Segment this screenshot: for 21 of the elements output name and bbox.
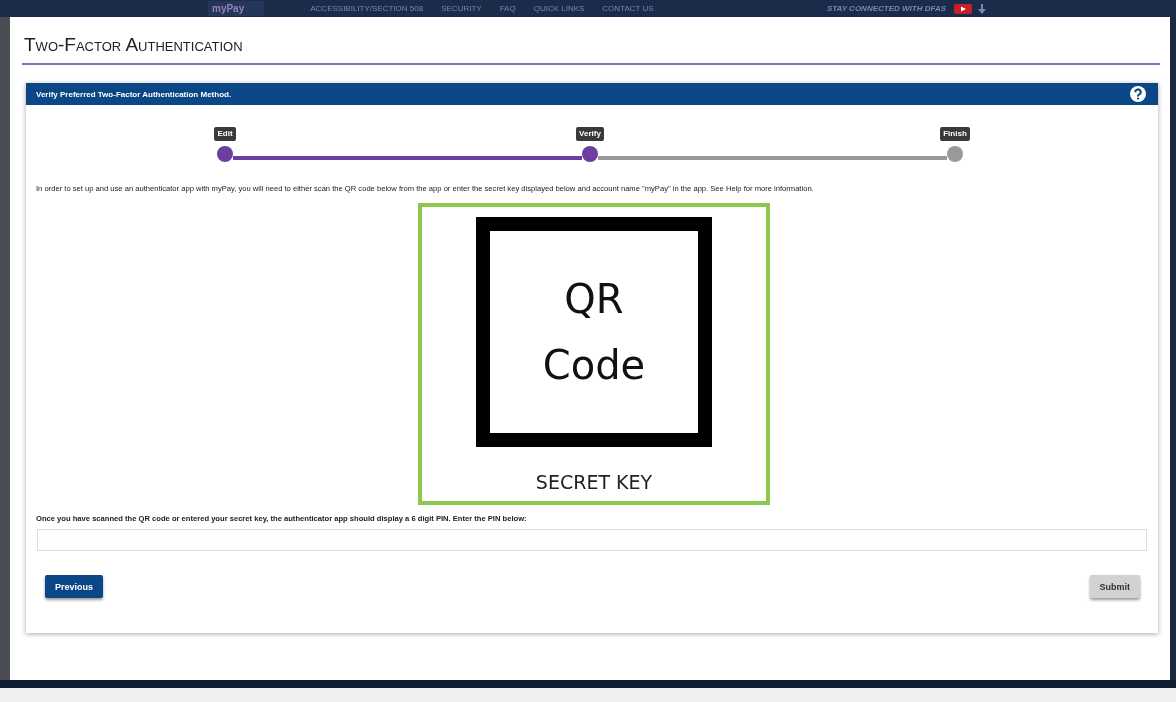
step-label: Finish	[940, 127, 970, 141]
step-label: Edit	[214, 127, 236, 141]
secret-key: SECRET KEY	[535, 471, 653, 493]
help-icon[interactable]	[1130, 86, 1146, 102]
nav-link[interactable]: SECURITY	[441, 4, 482, 13]
submit-button[interactable]: Submit	[1089, 575, 1140, 598]
nav-link[interactable]: FAQ	[499, 4, 516, 13]
qr-placeholder-text: Code	[542, 341, 646, 390]
pin-input-field[interactable]	[37, 529, 1147, 551]
nav-link[interactable]: ACCESSIBILITY/SECTION 508	[310, 4, 424, 13]
nav-link[interactable]: CONTACT US	[602, 4, 654, 13]
qr-placeholder-text: QR	[564, 275, 624, 324]
step-label: Verify	[576, 127, 604, 141]
previous-button[interactable]: Previous	[45, 575, 104, 598]
site-logo[interactable]: myPay	[208, 1, 265, 16]
social-label: STAY CONNECTED WITH DFAS	[826, 4, 946, 13]
video-icon[interactable]	[954, 3, 972, 14]
down-arrow-icon[interactable]	[978, 3, 986, 14]
dialog-title: Two-Factor Authentication	[24, 34, 244, 56]
nav-link[interactable]: QUICK LINKS	[533, 4, 585, 13]
panel-title: Verify Preferred Two-Factor Authentication Method.	[36, 89, 232, 99]
